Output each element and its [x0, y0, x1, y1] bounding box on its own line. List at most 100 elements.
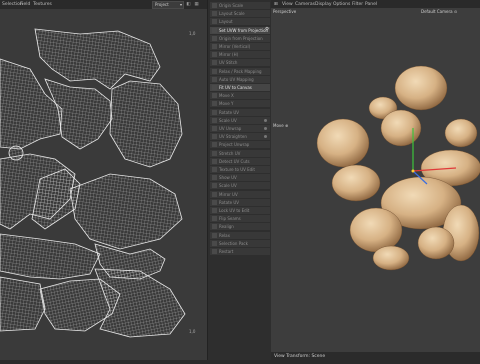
tool-label: Project Unwrap	[219, 142, 250, 148]
tool-item[interactable]: Flip Seams	[210, 215, 270, 223]
tool-item[interactable]: Lock UV to Edit	[210, 207, 270, 214]
menu-textures[interactable]: Textures	[33, 2, 52, 7]
tool-item[interactable]: Relax / Pack Mapping	[210, 67, 270, 75]
uv-mode-select[interactable]: Project ▾	[152, 1, 184, 9]
tool-icon	[212, 158, 217, 164]
tool-icon	[212, 175, 217, 181]
tool-item[interactable]: Rotate UV	[210, 198, 270, 206]
menu-options[interactable]: Options	[333, 2, 350, 7]
tool-label: Stretch UV	[219, 150, 241, 156]
tool-label: Lock UV to Edit	[219, 208, 250, 213]
tool-icon	[212, 167, 217, 172]
tool-label: Move X	[219, 93, 234, 99]
tool-item[interactable]: Mirror UV	[210, 190, 270, 198]
tool-label: Relax / Pack Mapping	[219, 68, 262, 74]
tool-icon	[212, 27, 217, 33]
tool-item[interactable]: Rotate UV	[210, 108, 270, 116]
tool-item[interactable]: Stretch UV	[210, 149, 270, 157]
tool-item[interactable]: Origin from Projection	[210, 34, 270, 42]
uv-wireframe	[0, 28, 186, 338]
menu-panel[interactable]: Panel	[365, 2, 377, 7]
uv-island-9	[0, 276, 46, 332]
tool-item[interactable]: Origin Scale	[210, 2, 270, 9]
tool-item[interactable]: UV Unwrap	[210, 125, 270, 132]
tool-label: Restart	[219, 249, 234, 254]
tool-item[interactable]: Mirror (H)	[210, 51, 270, 59]
tool-icon	[212, 224, 217, 230]
menu-filter[interactable]: Filter	[352, 2, 363, 7]
tool-icon	[212, 35, 217, 41]
grid-icon[interactable]: ▦	[194, 2, 199, 7]
tool-item[interactable]: Project Unwrap	[210, 141, 270, 149]
uv-canvas[interactable]: 1,0 1,0	[0, 9, 207, 360]
tool-item[interactable]: Scale UV	[210, 116, 270, 124]
tool-label: Scale UV	[219, 117, 237, 123]
gizmo-origin[interactable]	[411, 169, 415, 173]
tool-item[interactable]: Layout Scale	[210, 10, 270, 18]
tool-item[interactable]: Set UVW from Projection ⚙	[210, 26, 270, 34]
tool-icon	[212, 117, 217, 123]
tool-item[interactable]: Move X	[210, 92, 270, 100]
tool-label: Rotate UV	[219, 199, 240, 205]
tool-item[interactable]: Mirror (Vertical)	[210, 43, 270, 50]
menu-field[interactable]: Field	[20, 2, 30, 7]
uv-corner-bottom-right: 1,0	[189, 329, 196, 334]
tool-label: Layout	[219, 19, 233, 25]
tool-icon	[212, 183, 217, 189]
uv-island-12	[94, 268, 186, 338]
tool-item[interactable]: Scale UV	[210, 182, 270, 190]
gear-icon[interactable]: ⚙	[265, 27, 269, 32]
lock-icon[interactable]: ◧	[186, 2, 191, 7]
uv-tools-panel: Origin Scale Layout Scale Layout Set UVW fr…	[207, 0, 273, 360]
tool-icon	[212, 249, 217, 254]
tool-icon	[212, 240, 217, 246]
tool-icon	[212, 19, 217, 25]
tool-item[interactable]: Detect UV Cuts	[210, 157, 270, 165]
tool-label: Fit UV to Canvas	[219, 85, 252, 90]
tool-label: Mirror UV	[219, 191, 238, 197]
tool-icon	[212, 199, 217, 205]
tool-item[interactable]: Auto UV Mapping	[210, 75, 270, 83]
menu-display[interactable]: Display	[315, 2, 332, 7]
uv-corner-top-right: 1,0	[189, 31, 196, 36]
uv-island-4	[109, 80, 183, 168]
menu-view[interactable]: View	[282, 2, 293, 7]
tool-item[interactable]: Texture to UV Edit	[210, 166, 270, 173]
tool-icon	[212, 216, 217, 222]
tool-icon	[212, 109, 217, 115]
tool-icon	[212, 101, 217, 107]
viewport-panel: ⊞ View Cameras Display Options Filter Pa…	[271, 0, 480, 360]
tool-icon	[212, 3, 217, 8]
tool-icon	[212, 232, 217, 238]
tool-label: Layout Scale	[219, 11, 245, 17]
tool-label: Texture to UV Edit	[219, 167, 255, 172]
tool-item[interactable]: Restart	[210, 248, 270, 255]
tool-item[interactable]: Relax	[210, 231, 270, 239]
menu-cameras[interactable]: Cameras	[295, 2, 315, 7]
tool-label: Selection Pack	[219, 240, 248, 246]
tool-label: Detect UV Cuts	[219, 158, 250, 164]
uv-mode-value: Project	[155, 2, 169, 7]
tool-label: Set UVW from Projection	[219, 27, 269, 33]
tool-item[interactable]: Move Y	[210, 100, 270, 108]
tool-icon	[212, 93, 217, 99]
tool-icon	[212, 11, 217, 17]
tool-item[interactable]: UV Stitch	[210, 59, 270, 67]
viewport-canvas[interactable]: Perspective Default Camera ⊙ Move ⊕	[271, 8, 480, 352]
ginger-mesh[interactable]	[271, 8, 480, 352]
uv-editor-panel: Selection Field Textures Project ▾ ◧ ▦ 1…	[0, 0, 207, 360]
tool-icon	[212, 191, 217, 197]
option-dot-icon[interactable]	[264, 127, 267, 130]
tool-label: Move Y	[219, 101, 234, 107]
tool-icon	[212, 150, 217, 156]
option-dot-icon[interactable]	[264, 135, 267, 139]
grid-icon[interactable]: ⊞	[274, 2, 278, 7]
tool-icon	[212, 142, 217, 148]
option-dot-icon[interactable]	[264, 118, 267, 122]
tool-item[interactable]: Show UV	[210, 174, 270, 182]
tool-item[interactable]: Fit UV to Canvas	[210, 84, 270, 91]
tool-item[interactable]: Layout	[210, 18, 270, 26]
tool-item[interactable]: Realign	[210, 223, 270, 231]
tool-item[interactable]: UV Straighten	[210, 133, 270, 141]
tool-item[interactable]: Selection Pack	[210, 239, 270, 247]
